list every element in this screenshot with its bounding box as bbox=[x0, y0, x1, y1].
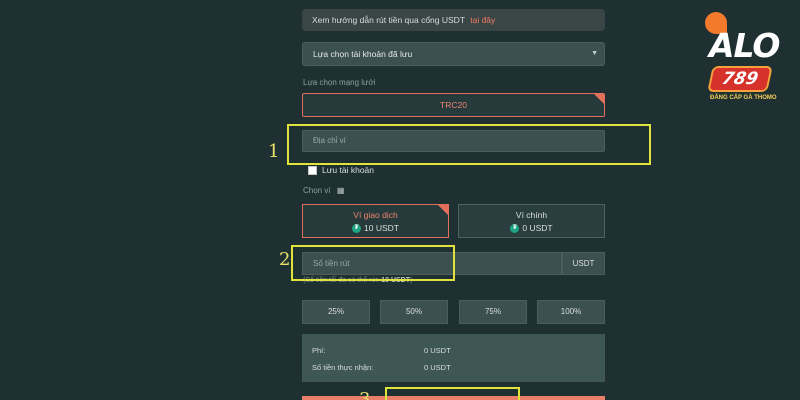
amount-unit: USDT bbox=[562, 252, 605, 275]
wallet-balance-value: 0 USDT bbox=[522, 223, 553, 233]
percent-25-button[interactable]: 25% bbox=[302, 300, 370, 324]
usdt-icon: ₮ bbox=[510, 223, 520, 233]
usdt-icon: ₮ bbox=[352, 223, 362, 233]
withdraw-guide-notice: Xem hướng dẫn rút tiền qua cổng USDT tại… bbox=[302, 9, 605, 31]
network-option-trc20[interactable]: TRC20 bbox=[302, 93, 605, 117]
wallet-section-label: Chọn ví ▦ bbox=[303, 186, 344, 195]
wallet-label-text: Chọn ví bbox=[303, 186, 331, 195]
logo-number-badge: 789 bbox=[707, 66, 773, 92]
annotation-number-1: 1 bbox=[268, 141, 280, 162]
selected-corner-icon bbox=[593, 94, 604, 105]
wallet-name: Ví chính bbox=[515, 210, 548, 220]
notice-text: Xem hướng dẫn rút tiền qua cổng USDT bbox=[312, 15, 465, 25]
withdraw-summary: Phí: 0 USDT Số tiền thực nhận: 0 USDT bbox=[302, 334, 605, 382]
percent-50-button[interactable]: 50% bbox=[380, 300, 448, 324]
save-account-label: Lưu tài khoản bbox=[322, 165, 375, 175]
fee-value: 0 USDT bbox=[424, 346, 451, 355]
fee-label: Phí: bbox=[312, 346, 326, 355]
wallet-option-trading[interactable]: Ví giao dịch ₮ 10 USDT bbox=[302, 204, 449, 238]
wallet-balance-value: 10 USDT bbox=[364, 223, 399, 233]
chevron-down-icon: ▼ bbox=[591, 50, 598, 57]
wallet-info-icon: ▦ bbox=[336, 186, 345, 195]
highlight-box-submit bbox=[385, 387, 520, 400]
logo-brand: ALO bbox=[709, 26, 780, 65]
highlight-box-amount bbox=[291, 245, 455, 281]
network-label: Lựa chọn mạng lưới bbox=[303, 78, 376, 87]
percent-100-button[interactable]: 100% bbox=[537, 300, 605, 324]
alo789-logo: ALO 789 ĐẲNG CẤP GÀ THOMO bbox=[703, 12, 795, 112]
wallet-balance: ₮ 10 USDT bbox=[303, 223, 448, 233]
highlight-box-address bbox=[287, 124, 651, 165]
wallet-option-main[interactable]: Ví chính ₮ 0 USDT bbox=[458, 204, 605, 238]
receive-value: 0 USDT bbox=[424, 363, 451, 372]
wallet-name: Ví giao dịch bbox=[353, 210, 398, 220]
annotation-number-2: 2 bbox=[279, 249, 291, 270]
annotation-number-3: 3 bbox=[359, 389, 371, 400]
logo-number: 789 bbox=[720, 69, 760, 89]
percent-75-button[interactable]: 75% bbox=[459, 300, 527, 324]
checkbox-box[interactable] bbox=[308, 165, 317, 175]
save-account-checkbox[interactable]: Lưu tài khoản bbox=[308, 165, 374, 175]
wallet-balance: ₮ 0 USDT bbox=[459, 223, 604, 233]
saved-account-value: Lựa chọn tài khoản đã lưu bbox=[313, 49, 413, 59]
guide-link[interactable]: tại đây bbox=[470, 15, 495, 25]
receive-label: Số tiền thực nhận: bbox=[312, 363, 374, 372]
network-value: TRC20 bbox=[440, 100, 467, 110]
saved-account-select[interactable]: Lựa chọn tài khoản đã lưu ▼ bbox=[302, 42, 605, 66]
selected-corner-icon bbox=[437, 205, 448, 216]
logo-tagline: ĐẲNG CẤP GÀ THOMO bbox=[710, 95, 777, 101]
